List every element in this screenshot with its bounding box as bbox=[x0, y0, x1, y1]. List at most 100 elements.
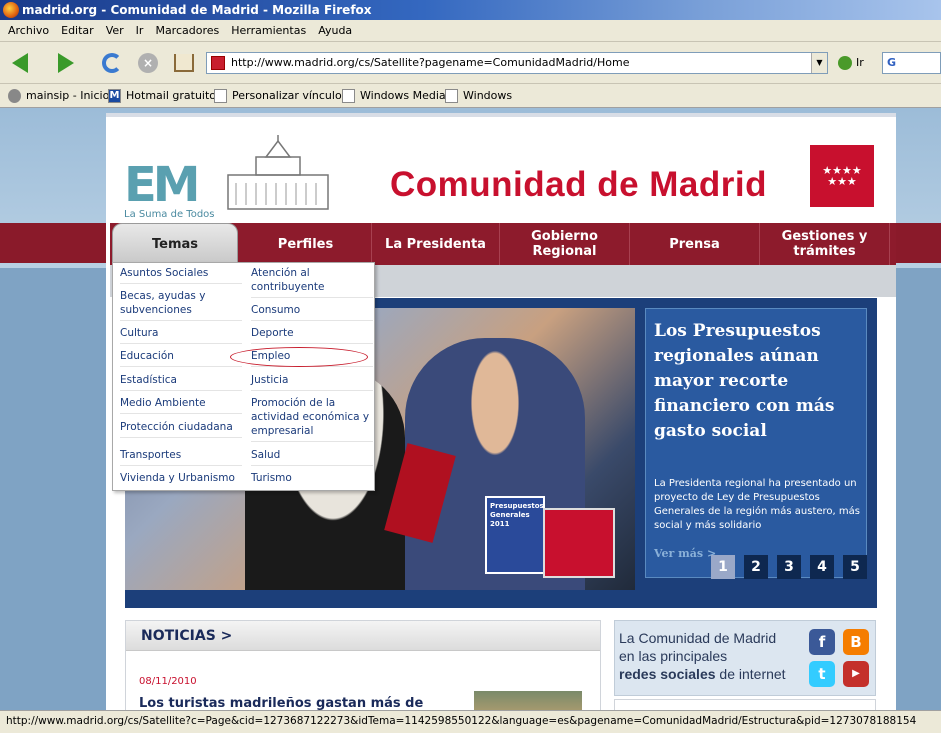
nav-la-presidenta[interactable]: La Presidenta bbox=[372, 223, 500, 265]
status-text: http://www.madrid.org/cs/Satellite?c=Pag… bbox=[6, 715, 917, 727]
navigation-toolbar: × http://www.madrid.org/cs/Satellite?pag… bbox=[0, 42, 941, 84]
menu-item-medio-ambiente[interactable]: Medio Ambiente bbox=[120, 396, 242, 414]
go-button[interactable]: Ir bbox=[838, 54, 864, 72]
news-section: NOTICIAS > 08/11/2010 Los turistas madri… bbox=[125, 620, 601, 710]
forward-button[interactable] bbox=[52, 49, 80, 77]
news-header-label: NOTICIAS > bbox=[141, 628, 233, 644]
nav-prensa[interactable]: Prensa bbox=[630, 223, 760, 265]
menu-item-transportes[interactable]: Transportes bbox=[120, 448, 242, 466]
site-logo[interactable]: EM bbox=[124, 161, 214, 209]
menu-item-promocion[interactable]: Promoción de la actividad económica y em… bbox=[251, 396, 373, 442]
main-navigation: Temas Perfiles La Presidenta Gobierno Re… bbox=[110, 223, 896, 265]
menu-item-consumo[interactable]: Consumo bbox=[251, 303, 373, 321]
bookmark-label: Hotmail gratuito bbox=[126, 89, 217, 102]
nav-label: Gobierno Regional bbox=[531, 229, 598, 259]
menu-marcadores[interactable]: Marcadores bbox=[149, 20, 225, 42]
site-header: EM La Suma de Todos Comunidad de Madrid … bbox=[106, 113, 896, 223]
menu-item-vivienda[interactable]: Vivienda y Urbanismo bbox=[120, 471, 242, 488]
facebook-icon[interactable]: f bbox=[809, 629, 835, 655]
palace-illustration bbox=[227, 135, 329, 210]
twitter-icon[interactable]: t bbox=[809, 661, 835, 687]
google-icon: G bbox=[887, 56, 897, 69]
reload-button[interactable] bbox=[98, 49, 126, 77]
firefox-icon bbox=[3, 2, 19, 18]
ver-mas-link[interactable]: Ver más > bbox=[654, 547, 716, 560]
menu-item-salud[interactable]: Salud bbox=[251, 448, 373, 466]
bookmark-label: Personalizar vínculos bbox=[232, 89, 348, 102]
nav-gobierno-regional[interactable]: Gobierno Regional bbox=[500, 223, 630, 265]
news-thumbnail[interactable] bbox=[474, 691, 582, 710]
menu-item-justicia[interactable]: Justicia bbox=[251, 373, 373, 391]
bookmark-windows-media[interactable]: Windows Media bbox=[342, 88, 446, 104]
news-header[interactable]: NOTICIAS > bbox=[126, 621, 600, 651]
pager-page-1[interactable]: 1 bbox=[711, 555, 735, 579]
news-date: 08/11/2010 bbox=[139, 676, 197, 687]
msn-icon: M bbox=[108, 89, 121, 103]
pager-page-5[interactable]: 5 bbox=[843, 555, 867, 579]
forward-arrow-icon bbox=[58, 53, 74, 73]
page-icon bbox=[214, 89, 227, 103]
flag-stars: ★★★★ ★★★ bbox=[822, 164, 862, 188]
menu-herramientas[interactable]: Herramientas bbox=[225, 20, 312, 42]
social-text: La Comunidad de Madrid en las principale… bbox=[619, 629, 786, 683]
stop-button[interactable]: × bbox=[134, 49, 162, 77]
menu-ver[interactable]: Ver bbox=[100, 20, 130, 42]
blogger-icon[interactable]: B bbox=[843, 629, 869, 655]
youtube-icon[interactable]: ▶ bbox=[843, 661, 869, 687]
bookmark-personalizar[interactable]: Personalizar vínculos bbox=[214, 88, 347, 104]
news-title[interactable]: Los turistas madrileños gastan más de 6.… bbox=[139, 696, 459, 710]
book-text: Presupuestos Generales 2011 bbox=[490, 502, 544, 528]
menu-item-asuntos-sociales[interactable]: Asuntos Sociales bbox=[120, 266, 242, 284]
back-button[interactable] bbox=[6, 49, 34, 77]
photo-book-red bbox=[543, 508, 615, 578]
menu-item-estadistica[interactable]: Estadística bbox=[120, 373, 242, 391]
nav-temas[interactable]: Temas bbox=[112, 223, 238, 265]
menu-archivo[interactable]: Archivo bbox=[2, 20, 55, 42]
social-networks-banner[interactable]: La Comunidad de Madrid en las principale… bbox=[614, 620, 876, 696]
window-title: madrid.org - Comunidad de Madrid - Mozil… bbox=[22, 3, 372, 17]
bookmark-mainsip[interactable]: mainsip - Inicio bbox=[8, 88, 109, 104]
bookmark-windows[interactable]: Windows bbox=[445, 88, 512, 104]
temas-dropdown-menu: Asuntos Sociales Becas, ayudas y subvenc… bbox=[112, 262, 375, 491]
menu-item-proteccion[interactable]: Protección ciudadana bbox=[120, 420, 242, 438]
menu-ayuda[interactable]: Ayuda bbox=[312, 20, 358, 42]
go-label: Ir bbox=[856, 56, 864, 69]
site-favicon bbox=[211, 56, 225, 70]
go-icon bbox=[838, 56, 852, 70]
bookmark-label: Windows bbox=[463, 89, 513, 102]
nav-label: La Presidenta bbox=[385, 236, 486, 252]
nav-label: Gestiones y trámites bbox=[781, 229, 868, 259]
menu-item-becas[interactable]: Becas, ayudas y subvenciones bbox=[120, 289, 242, 321]
social-line-1: La Comunidad de Madrid bbox=[619, 630, 777, 646]
sidebar-box bbox=[614, 699, 876, 710]
menu-item-deporte[interactable]: Deporte bbox=[251, 326, 373, 344]
address-bar[interactable]: http://www.madrid.org/cs/Satellite?pagen… bbox=[206, 52, 828, 74]
page-icon bbox=[342, 89, 355, 103]
menu-ir[interactable]: Ir bbox=[130, 20, 150, 42]
pager-page-2[interactable]: 2 bbox=[744, 555, 768, 579]
menu-item-educacion[interactable]: Educación bbox=[120, 349, 242, 367]
title-bar: madrid.org - Comunidad de Madrid - Mozil… bbox=[0, 0, 941, 20]
nav-perfiles[interactable]: Perfiles bbox=[240, 223, 372, 265]
social-line-3: redes sociales de internet bbox=[619, 665, 786, 683]
menu-item-atencion[interactable]: Atención al contribuyente bbox=[251, 266, 373, 298]
nav-gestiones-tramites[interactable]: Gestiones y trámites bbox=[760, 223, 890, 265]
pager-page-4[interactable]: 4 bbox=[810, 555, 834, 579]
menu-item-cultura[interactable]: Cultura bbox=[120, 326, 242, 344]
search-box[interactable]: G bbox=[882, 52, 941, 74]
photo-book-budget: Presupuestos Generales 2011 bbox=[485, 496, 545, 574]
home-button[interactable] bbox=[170, 49, 198, 77]
nav-label: Perfiles bbox=[277, 236, 334, 252]
address-dropdown-icon[interactable]: ▼ bbox=[811, 53, 827, 73]
menu-item-turismo[interactable]: Turismo bbox=[251, 471, 373, 488]
pager-page-3[interactable]: 3 bbox=[777, 555, 801, 579]
logo-letters: EM bbox=[124, 157, 201, 213]
menu-editar[interactable]: Editar bbox=[55, 20, 100, 42]
hero-headline[interactable]: Los Presupuestos regionales aúnan mayor … bbox=[654, 319, 864, 444]
stop-icon: × bbox=[138, 53, 158, 73]
social-line-3-bold: redes sociales bbox=[619, 666, 716, 682]
nav-label: Prensa bbox=[669, 236, 720, 252]
status-bar: http://www.madrid.org/cs/Satellite?c=Pag… bbox=[0, 710, 941, 733]
bookmark-hotmail[interactable]: M Hotmail gratuito bbox=[108, 88, 216, 104]
nav-label: Temas bbox=[151, 236, 198, 252]
